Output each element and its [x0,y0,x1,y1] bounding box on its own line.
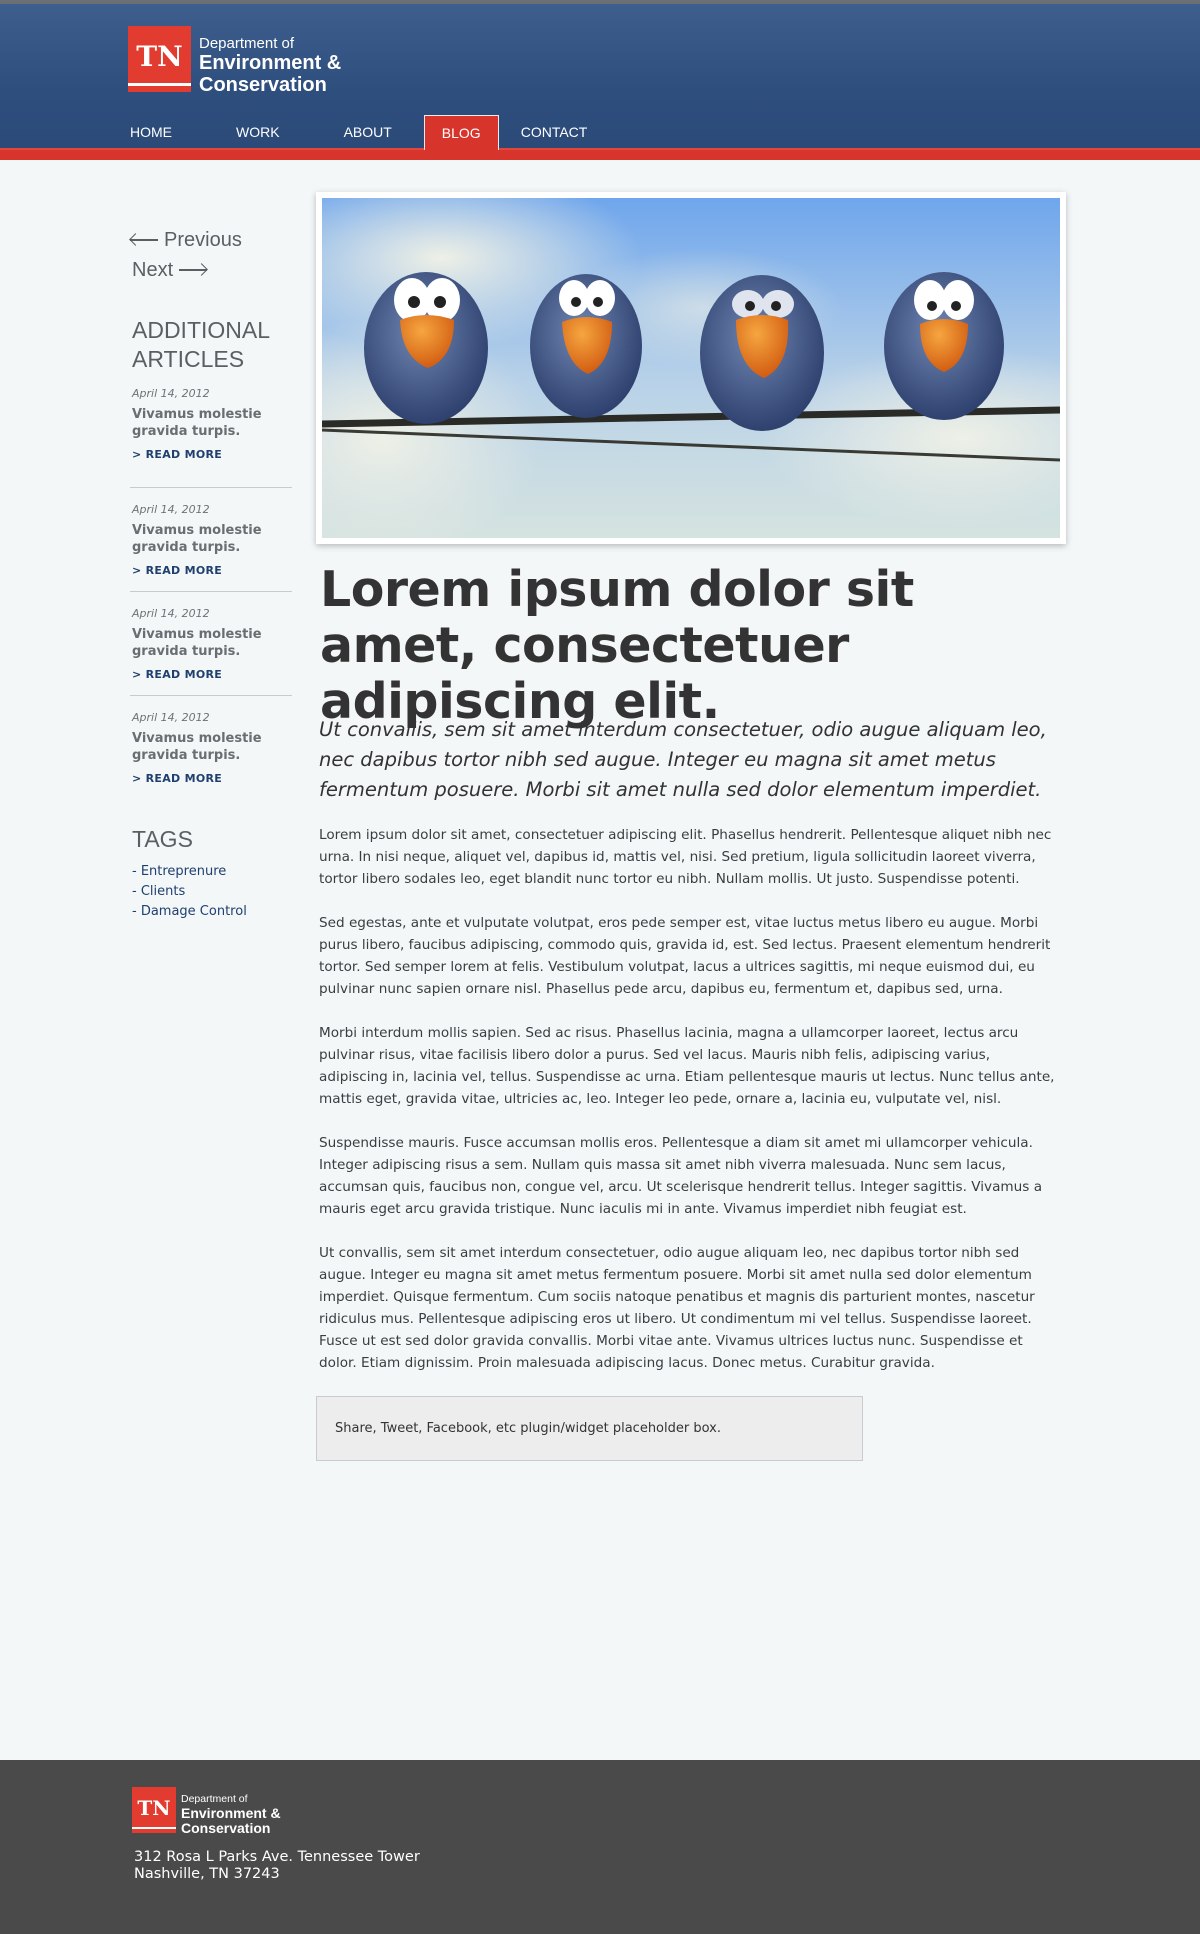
article-date: April 14, 2012 [132,387,210,400]
logo-line-2: Environment & [181,1804,281,1821]
footer-address: 312 Rosa L Parks Ave. Tennessee Tower Na… [134,1849,420,1883]
tag-link[interactable]: - Damage Control [132,902,247,922]
hero-image [322,198,1060,538]
nav-home[interactable]: HOME [108,115,214,150]
article-body: Lorem ipsum dolor sit amet, consectetuer… [319,824,1059,1396]
footer-logo[interactable]: TN Department of Environment & Conservat… [132,1787,281,1835]
share-widget-placeholder: Share, Tweet, Facebook, etc plugin/widge… [316,1396,863,1461]
article-title[interactable]: Vivamus molestie gravida turpis. [132,626,290,660]
body-paragraph: Lorem ipsum dolor sit amet, consectetuer… [319,827,1052,887]
body-paragraph: Suspendisse mauris. Fusce accumsan molli… [319,1135,1043,1217]
article-item: April 14, 2012 Vivamus molestie gravida … [130,384,292,488]
article-title[interactable]: Vivamus molestie gravida turpis. [132,730,290,764]
article-lead: Ut convallis, sem sit amet interdum cons… [319,718,1047,801]
logo-line-3: Conservation [181,1819,271,1836]
nav-blog[interactable]: BLOG [423,115,499,150]
read-more-link[interactable]: > READ MORE [132,564,290,577]
nav-about[interactable]: ABOUT [322,115,424,150]
logo-text: Department of Environment & Conservation [199,26,341,95]
article-date: April 14, 2012 [132,711,210,724]
logo-line-1: Department of [199,35,295,52]
article-date: April 14, 2012 [132,607,210,620]
article-item: April 14, 2012 Vivamus molestie gravida … [130,592,292,696]
header-red-bar [0,150,1200,160]
tags-title: TAGS [132,826,193,852]
article-date: April 14, 2012 [132,503,210,516]
tags-list: - Entreprenure - Clients - Damage Contro… [132,862,247,922]
arrow-right-icon [179,264,208,276]
bird-1 [364,272,488,424]
read-more-link[interactable]: > READ MORE [132,668,290,681]
body-paragraph: Sed egestas, ante et vulputate volutpat,… [319,915,1051,997]
arrow-left-icon [130,234,158,246]
logo-text: Department of Environment & Conservation [181,1787,281,1835]
nav-work[interactable]: WORK [214,115,322,150]
article-title[interactable]: Vivamus molestie gravida turpis. [132,522,290,556]
tag-link[interactable]: - Clients [132,882,247,902]
logo-line-1: Department of [181,1793,248,1805]
tn-badge: TN [132,1787,176,1833]
article-pager: Previous Next [130,226,242,284]
address-line-1: 312 Rosa L Parks Ave. Tennessee Tower [134,1849,420,1865]
additional-articles-title: ADDITIONAL ARTICLES [132,317,270,372]
previous-link[interactable]: Previous [130,226,242,254]
previous-label: Previous [164,228,242,251]
bird-3 [700,275,824,431]
tag-link[interactable]: - Entreprenure [132,862,247,882]
next-link[interactable]: Next [130,256,242,284]
hero-image-frame [316,192,1066,544]
bird-4 [884,272,1004,420]
main-nav: HOME WORK ABOUT BLOG CONTACT [108,115,609,150]
site-logo[interactable]: TN Department of Environment & Conservat… [128,26,341,95]
address-line-2: Nashville, TN 37243 [134,1866,280,1882]
read-more-link[interactable]: > READ MORE [132,448,290,461]
bird-2 [530,274,642,418]
body-paragraph: Ut convallis, sem sit amet interdum cons… [319,1245,1035,1371]
additional-articles-list: April 14, 2012 Vivamus molestie gravida … [130,384,292,800]
article-item: April 14, 2012 Vivamus molestie gravida … [130,696,292,800]
body-paragraph: Morbi interdum mollis sapien. Sed ac ris… [319,1025,1055,1107]
logo-line-2: Environment & [199,52,342,74]
nav-contact[interactable]: CONTACT [499,115,610,150]
logo-line-3: Conservation [199,74,327,96]
read-more-link[interactable]: > READ MORE [132,772,290,785]
next-label: Next [132,258,174,281]
tn-badge: TN [128,26,191,92]
article-item: April 14, 2012 Vivamus molestie gravida … [130,488,292,592]
birds-on-wire-illustration [322,198,1060,538]
article-title[interactable]: Vivamus molestie gravida turpis. [132,406,290,440]
article-headline: Lorem ipsum dolor sit amet, consectetuer… [320,561,914,730]
